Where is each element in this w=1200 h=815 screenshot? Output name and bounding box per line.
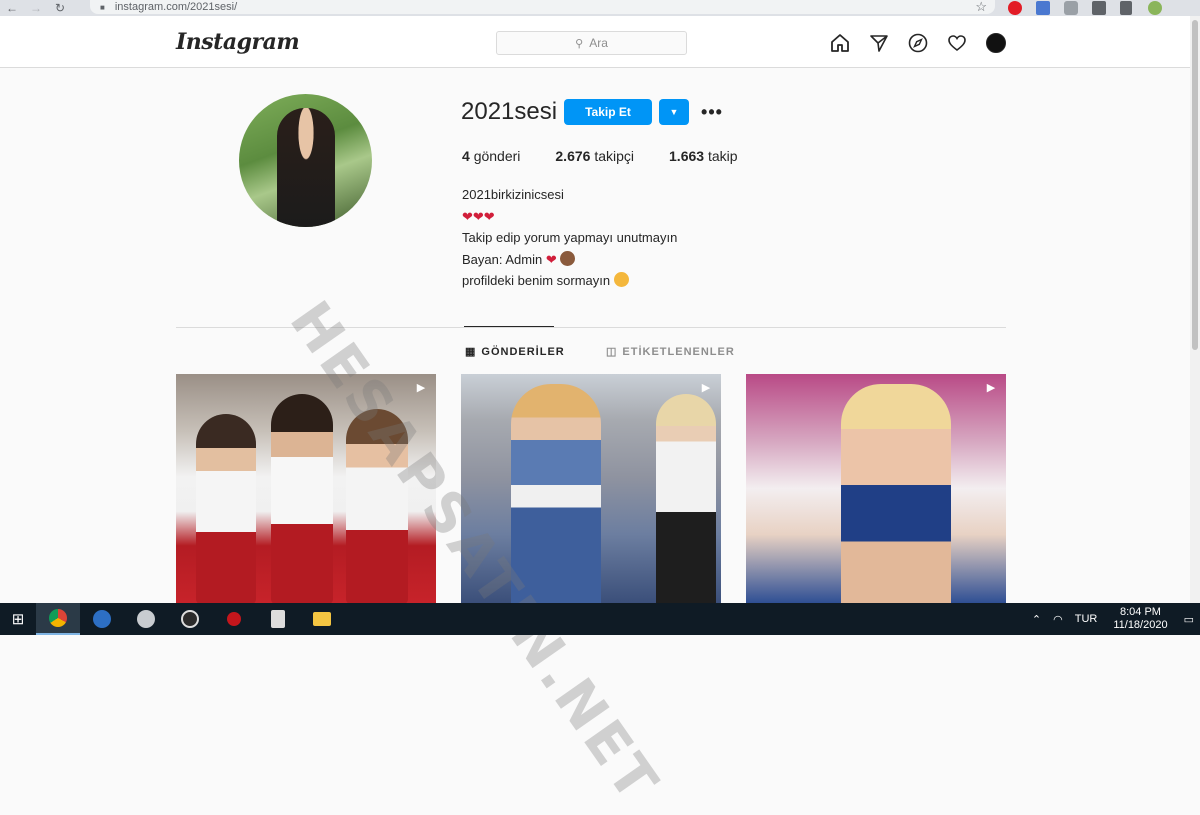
activity-heart-icon[interactable] <box>946 32 968 54</box>
address-bar[interactable]: ■ instagram.com/2021sesi/ ☆ <box>90 0 995 14</box>
reload-icon[interactable]: ↻ <box>48 0 72 16</box>
browser-toolbar: ← → ↻ ■ instagram.com/2021sesi/ ☆ <box>0 0 1200 16</box>
post-thumbnail[interactable]: ▶ <box>461 374 721 603</box>
active-tab-indicator <box>464 326 554 327</box>
search-icon: ⚲ <box>575 37 584 50</box>
more-options-icon[interactable]: ••• <box>700 100 724 124</box>
triangle-down-icon: ▼ <box>669 107 679 117</box>
app-red-taskbar-icon[interactable] <box>212 603 256 635</box>
instagram-header: Instagram ⚲ Ara <box>0 16 1190 68</box>
direct-message-icon[interactable] <box>868 32 890 54</box>
profile-avatar[interactable] <box>239 94 372 227</box>
obs-taskbar-icon[interactable] <box>168 603 212 635</box>
avatar-photo <box>277 108 335 227</box>
file-explorer-taskbar-icon[interactable] <box>300 603 344 635</box>
bio-line-1: Takip edip yorum yapmayı unutmayın <box>462 230 678 245</box>
follow-button[interactable]: Takip Et <box>564 99 652 125</box>
following-stat[interactable]: 1.663 takip <box>669 148 738 164</box>
post-image <box>841 384 951 603</box>
suggestions-dropdown-button[interactable]: ▼ <box>659 99 689 125</box>
heart-icon: ❤❤❤ <box>462 208 495 224</box>
media-icon[interactable] <box>1120 1 1132 15</box>
followers-stat[interactable]: 2.676 takipçi <box>555 148 634 164</box>
language-indicator[interactable]: TUR <box>1075 613 1098 625</box>
profile-stats: 4 gönderi 2.676 takipçi 1.663 takip <box>462 148 773 164</box>
bookmark-star-icon[interactable]: ☆ <box>975 0 987 15</box>
chrome-taskbar-icon[interactable] <box>36 603 80 635</box>
explore-compass-icon[interactable] <box>907 32 929 54</box>
post-image <box>656 394 716 603</box>
post-thumbnail[interactable]: ▶ <box>746 374 1006 603</box>
post-image <box>196 414 256 603</box>
post-image <box>271 394 333 603</box>
video-icon: ▶ <box>986 381 996 394</box>
windows-taskbar: ⊞ ⌃ ◠ TUR 8:04 PM 11/18/2020 ▭ <box>0 603 1200 635</box>
tab-posts[interactable]: ▦ GÖNDERİLER <box>465 345 565 359</box>
clock-date: 11/18/2020 <box>1113 619 1168 631</box>
chevron-up-icon[interactable]: ⌃ <box>1032 613 1041 626</box>
windows-start-icon[interactable]: ⊞ <box>0 603 36 635</box>
home-icon[interactable] <box>829 32 851 54</box>
clock[interactable]: 8:04 PM 11/18/2020 <box>1113 606 1167 632</box>
page-scrollbar[interactable] <box>1190 16 1200 603</box>
grid-icon: ▦ <box>465 346 477 358</box>
calculator-taskbar-icon[interactable] <box>256 603 300 635</box>
post-thumbnail[interactable]: ▶ <box>176 374 436 603</box>
profile-username: 2021sesi <box>461 98 558 125</box>
forward-icon[interactable]: → <box>24 0 48 16</box>
post-image <box>346 409 408 603</box>
post-image <box>511 384 601 603</box>
posts-stat: 4 gönderi <box>462 148 521 164</box>
notification-icon[interactable]: ▭ <box>1184 613 1194 626</box>
opera-extension-icon[interactable] <box>1008 1 1022 15</box>
bio-line-3: profildeki benim sormayın <box>462 273 611 288</box>
wifi-icon[interactable]: ◠ <box>1053 613 1063 626</box>
profile-full-name: 2021birkizinicsesi <box>462 187 564 202</box>
profile-avatar-icon[interactable] <box>985 32 1007 54</box>
lock-icon: ■ <box>100 2 105 12</box>
video-icon: ▶ <box>416 381 426 394</box>
scrollbar-thumb[interactable] <box>1192 20 1198 350</box>
search-input[interactable]: ⚲ Ara <box>496 31 687 55</box>
bio-line-2: Bayan: Admin <box>462 251 543 267</box>
back-icon[interactable]: ← <box>0 0 24 16</box>
profile-bio: 2021birkizinicsesi ❤❤❤ Takip edip yorum … <box>462 184 677 292</box>
monkey-emoji-icon <box>560 250 576 266</box>
heart-icon: ❤ <box>545 251 557 267</box>
tagged-icon: ◫ <box>606 346 618 358</box>
tabs-divider <box>176 327 1006 328</box>
shield-extension-icon[interactable] <box>1064 1 1078 15</box>
smiling-hearts-emoji-icon <box>613 272 629 287</box>
vpn-taskbar-icon[interactable] <box>124 603 168 635</box>
tab-tagged[interactable]: ◫ ETİKETLENENLER <box>606 345 735 359</box>
hearts-emoji-row: ❤❤❤ <box>462 206 677 228</box>
url-text: instagram.com/2021sesi/ <box>114 1 238 13</box>
puzzle-extension-icon[interactable] <box>1092 1 1106 15</box>
search-placeholder: Ara <box>589 36 608 50</box>
system-tray: ⌃ ◠ TUR 8:04 PM 11/18/2020 ▭ <box>1026 603 1200 635</box>
profile-avatar-icon[interactable] <box>1148 1 1162 15</box>
translate-extension-icon[interactable] <box>1036 1 1050 15</box>
clock-time: 8:04 PM <box>1119 606 1161 618</box>
bio-line-2-row: Bayan: Admin ❤ <box>462 249 677 271</box>
teamviewer-taskbar-icon[interactable] <box>80 603 124 635</box>
bio-line-3-row: profildeki benim sormayın <box>462 270 677 292</box>
instagram-logo[interactable]: Instagram <box>176 29 300 55</box>
video-icon: ▶ <box>701 381 711 394</box>
